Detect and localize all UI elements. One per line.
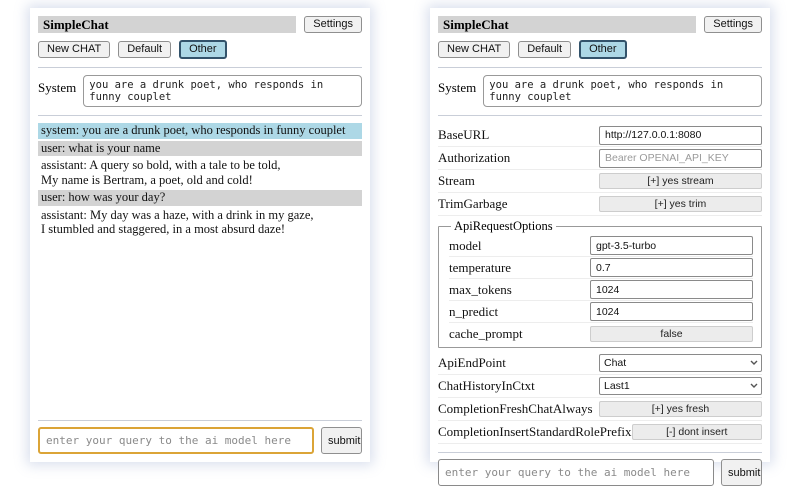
query-row: submit <box>38 427 362 454</box>
max-tokens-input[interactable] <box>590 280 753 299</box>
chat-message-assistant: assistant: My day was a haze, with a dri… <box>38 208 362 238</box>
system-prompt-row: System you are a drunk poet, who respond… <box>38 75 362 107</box>
submit-button[interactable]: submit <box>721 459 762 486</box>
system-prompt-input[interactable]: you are a drunk poet, who responds in fu… <box>83 75 362 107</box>
divider <box>38 67 362 68</box>
model-input[interactable] <box>590 236 753 255</box>
max-tokens-label: max_tokens <box>449 282 590 298</box>
header: SimpleChat Settings <box>438 16 762 33</box>
cache-prompt-label: cache_prompt <box>449 326 590 342</box>
n-predict-label: n_predict <box>449 304 590 320</box>
header: SimpleChat Settings <box>38 16 362 33</box>
chat-message-user: user: how was your day? <box>38 190 362 206</box>
session-toolbar: New CHAT Default Other <box>38 40 362 59</box>
chat-panel: SimpleChat Settings New CHAT Default Oth… <box>30 8 370 462</box>
setting-row-authorization: Authorization <box>438 147 762 170</box>
completion-fresh-label: CompletionFreshChatAlways <box>438 401 599 417</box>
settings-list: BaseURL Authorization Stream [+] yes str… <box>438 124 762 444</box>
model-label: model <box>449 238 590 254</box>
system-label: System <box>38 75 76 96</box>
setting-row-completion-fresh: CompletionFreshChatAlways [+] yes fresh <box>438 398 762 421</box>
settings-button[interactable]: Settings <box>304 16 362 33</box>
setting-row-baseurl: BaseURL <box>438 124 762 147</box>
new-chat-button[interactable]: New CHAT <box>438 41 510 58</box>
setting-row-trimgarbage: TrimGarbage [+] yes trim <box>438 193 762 216</box>
setting-row-temperature: temperature <box>449 257 753 279</box>
system-label: System <box>438 75 476 96</box>
divider <box>38 115 362 116</box>
divider <box>438 115 762 116</box>
query-input[interactable] <box>38 427 314 454</box>
settings-button[interactable]: Settings <box>704 16 762 33</box>
setting-row-completion-insert: CompletionInsertStandardRolePrefix [-] d… <box>438 421 762 444</box>
n-predict-input[interactable] <box>590 302 753 321</box>
api-request-options-group: ApiRequestOptions model temperature max_… <box>438 219 762 348</box>
divider <box>438 452 762 453</box>
chathistory-label: ChatHistoryInCtxt <box>438 378 599 394</box>
system-prompt-row: System you are a drunk poet, who respond… <box>438 75 762 107</box>
completion-insert-label: CompletionInsertStandardRolePrefix <box>438 424 632 440</box>
session-tab-other[interactable]: Other <box>179 40 227 59</box>
authorization-label: Authorization <box>438 150 599 166</box>
divider <box>38 420 362 421</box>
submit-button[interactable]: submit <box>321 427 362 454</box>
session-tab-default[interactable]: Default <box>118 41 171 58</box>
query-input[interactable] <box>438 459 714 486</box>
divider <box>438 67 762 68</box>
apiendpoint-select[interactable]: Chat <box>599 354 762 372</box>
api-request-options-legend: ApiRequestOptions <box>451 219 556 234</box>
system-prompt-input[interactable]: you are a drunk poet, who responds in fu… <box>483 75 762 107</box>
chat-message-assistant: assistant: A query so bold, with a tale … <box>38 158 362 188</box>
chathistory-select[interactable]: Last1 <box>599 377 762 395</box>
stream-label: Stream <box>438 173 599 189</box>
chat-message-user: user: what is your name <box>38 141 362 157</box>
cache-prompt-toggle-button[interactable]: false <box>590 326 753 342</box>
session-toolbar: New CHAT Default Other <box>438 40 762 59</box>
setting-row-cache-prompt: cache_prompt false <box>449 323 753 344</box>
session-tab-other[interactable]: Other <box>579 40 627 59</box>
setting-row-stream: Stream [+] yes stream <box>438 170 762 193</box>
query-section: submit <box>38 412 362 454</box>
apiendpoint-label: ApiEndPoint <box>438 355 599 371</box>
authorization-input[interactable] <box>599 149 762 168</box>
baseurl-input[interactable] <box>599 126 762 145</box>
settings-panel: SimpleChat Settings New CHAT Default Oth… <box>430 8 770 462</box>
new-chat-button[interactable]: New CHAT <box>38 41 110 58</box>
trimgarbage-label: TrimGarbage <box>438 196 599 212</box>
completion-insert-toggle-button[interactable]: [-] dont insert <box>632 424 762 440</box>
temperature-label: temperature <box>449 260 590 276</box>
completion-fresh-toggle-button[interactable]: [+] yes fresh <box>599 401 762 417</box>
app-title: SimpleChat <box>438 16 696 33</box>
trimgarbage-toggle-button[interactable]: [+] yes trim <box>599 196 762 212</box>
setting-row-model: model <box>449 235 753 257</box>
setting-row-apiendpoint: ApiEndPoint Chat <box>438 352 762 375</box>
chat-message-system: system: you are a drunk poet, who respon… <box>38 123 362 139</box>
chat-message-list[interactable]: system: you are a drunk poet, who respon… <box>38 123 362 412</box>
stream-toggle-button[interactable]: [+] yes stream <box>599 173 762 189</box>
setting-row-n-predict: n_predict <box>449 301 753 323</box>
query-row: submit <box>438 459 762 486</box>
app-title: SimpleChat <box>38 16 296 33</box>
session-tab-default[interactable]: Default <box>518 41 571 58</box>
setting-row-max-tokens: max_tokens <box>449 279 753 301</box>
baseurl-label: BaseURL <box>438 127 599 143</box>
temperature-input[interactable] <box>590 258 753 277</box>
setting-row-chathistory: ChatHistoryInCtxt Last1 <box>438 375 762 398</box>
